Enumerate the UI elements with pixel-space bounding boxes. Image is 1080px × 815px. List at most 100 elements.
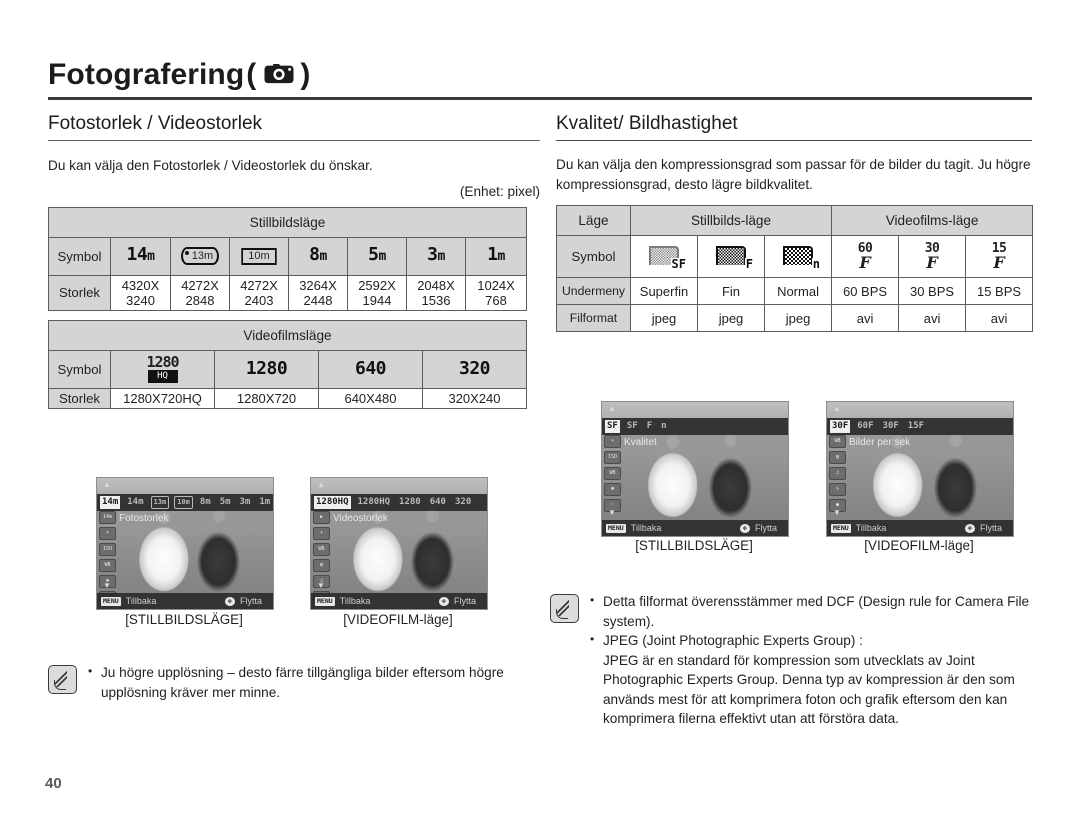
top-option[interactable]: 14m (125, 496, 145, 509)
hq-badge: HQ (147, 369, 178, 383)
video-size-table: Videofilmsläge Symbol 1280 HQ 1280 640 3… (48, 319, 527, 409)
size-h: 2448 (303, 292, 333, 308)
dpad-key[interactable]: ✥ (224, 596, 235, 606)
top-option[interactable]: 640 (428, 496, 448, 509)
video-size-icon[interactable]: ▶ (313, 511, 330, 524)
top-option[interactable]: 10m (174, 496, 193, 509)
film-icon: F (926, 252, 938, 272)
size-w: 3264X (299, 277, 337, 293)
size-cell: 4272X 2403 (229, 274, 289, 311)
table-row-symbol: Symbol 14m 13m 10m 8m 5m 3m 1m (48, 236, 528, 276)
wb-icon[interactable]: WB (99, 559, 116, 572)
note-pencil-icon (550, 594, 579, 623)
ev-icon[interactable]: ☀ (99, 527, 116, 540)
top-option[interactable]: n (659, 420, 668, 433)
top-option[interactable]: SF (625, 420, 640, 433)
top-option[interactable]: 60F (855, 420, 875, 433)
move-label: Flytta (239, 596, 262, 606)
camera-screen-kvalitet: ▲ SF SF F n Kvalitet ☀ ISO WB ☻ ♡ ▼ MENU… (601, 401, 789, 537)
quality-tag: F (744, 256, 753, 271)
top-option[interactable]: 30F (881, 420, 901, 433)
table-row-size: Storlek 4320X 3240 4272X 2848 4272X 2403… (48, 274, 528, 311)
symbol-cell-3m: 3m (406, 236, 466, 276)
dpad-key[interactable]: ✥ (739, 523, 750, 533)
symbol-cell-640: 640 (318, 349, 423, 389)
size-w: 4272X (240, 277, 278, 293)
ev-icon[interactable]: ☀ (604, 435, 621, 448)
menu-key[interactable]: MENU (606, 523, 626, 533)
screen-top-options: 14m 14m 13m 10m 8m 5m 3m 1m (97, 494, 273, 511)
scroll-down-icon: ▼ (608, 508, 616, 517)
screen-side-icons: WB ▤ ♫ ✎ ● (829, 435, 846, 512)
camera-screen-videostorlek: ▲ 1280HQ 1280HQ 1280 640 320 Videostorle… (310, 477, 488, 610)
dpad-key[interactable]: ✥ (964, 523, 975, 533)
ev-icon[interactable]: ☀ (313, 527, 330, 540)
screen-bottom-bar: MENU Tillbaka ✥ Flytta (311, 593, 487, 609)
move-label: Flytta (453, 596, 476, 606)
voice-icon[interactable]: ♫ (829, 467, 846, 480)
wb-icon[interactable]: WB (313, 543, 330, 556)
paren-close: ) (300, 58, 311, 91)
unit-note: (Enhet: pixel) (459, 183, 540, 199)
top-option[interactable]: 5m (218, 496, 233, 509)
effect-icon[interactable]: ✎ (829, 483, 846, 496)
size-h: 1944 (362, 292, 392, 308)
top-option-selected[interactable]: 14m (100, 496, 121, 509)
scroll-down-icon: ▼ (103, 581, 111, 590)
table-row-size: Storlek 1280X720HQ 1280X720 640X480 320X… (48, 387, 527, 409)
note-right-body: Detta filformat överensstämmer med DCF (… (589, 591, 1036, 729)
menu-key[interactable]: MENU (315, 596, 335, 606)
dpad-key[interactable]: ✥ (438, 596, 449, 606)
focus-icon[interactable]: ▤ (313, 559, 330, 572)
section-title-fotostorlek: Fotostorlek / Videostorlek (48, 113, 263, 134)
size-h: 2848 (185, 292, 215, 308)
iso-icon[interactable]: ISO (604, 451, 621, 464)
symbol-cell-15fps: 15 F (965, 235, 1034, 278)
symbol-cell-60fps: 60 F (831, 235, 900, 278)
top-option-selected[interactable]: SF (605, 420, 620, 433)
size-cell: 1280X720HQ (110, 387, 215, 409)
top-option[interactable]: 1m (257, 496, 272, 509)
scroll-up-icon: ▲ (103, 480, 111, 489)
size-h: 2403 (244, 292, 274, 308)
top-option[interactable]: 13m (150, 496, 170, 509)
submenu-cell: Fin (697, 277, 765, 305)
menu-key[interactable]: MENU (101, 596, 121, 606)
row-label-lage: Läge (556, 205, 631, 236)
symbol-cell-1280: 1280 (214, 349, 319, 389)
caption-videofilm-left: [VIDEOFILM-läge] (343, 612, 453, 627)
submenu-cell: 30 BPS (898, 277, 967, 305)
top-option[interactable]: 8m (198, 496, 213, 509)
table-row-mode: Läge Stillbilds-läge Videofilms-läge (556, 205, 1034, 236)
row-label-storlek: Storlek (48, 387, 111, 409)
top-option[interactable]: 15F (906, 420, 926, 433)
top-option[interactable]: 3m (238, 496, 253, 509)
top-option[interactable]: 320 (453, 496, 473, 509)
left-column: Fotostorlek / Videostorlek Du kan välja … (47, 112, 540, 409)
focus-icon[interactable]: ▤ (829, 451, 846, 464)
wb-icon[interactable]: WB (604, 467, 621, 480)
size-cell: 4320X 3240 (110, 274, 171, 311)
symbol-cell-10m-pano: 10m (229, 236, 289, 276)
menu-key[interactable]: MENU (831, 523, 851, 533)
wb-icon[interactable]: WB (829, 435, 846, 448)
symbol-cell-1m: 1m (464, 236, 528, 276)
group-header-videofilms: Videofilms-läge (831, 205, 1034, 236)
scroll-up-icon: ▲ (833, 404, 841, 413)
screen-side-icons: 14m ☀ ISO WB ☻ ♡ (99, 511, 116, 604)
top-option-selected[interactable]: 1280HQ (314, 496, 351, 509)
top-option[interactable]: 1280 (397, 496, 423, 509)
face-detect-icon[interactable]: ☻ (604, 483, 621, 496)
page-title: Fotografering ( ) (48, 58, 1032, 92)
size-w: 2048X (417, 277, 455, 293)
resolution-icon[interactable]: 14m (99, 511, 116, 524)
note-continuation: JPEG är en standard för kompression som … (603, 652, 1015, 727)
top-option-selected[interactable]: 30F (830, 420, 851, 433)
iso-icon[interactable]: ISO (99, 543, 116, 556)
top-option[interactable]: 1280HQ (356, 496, 393, 509)
screen-top-options: 1280HQ 1280HQ 1280 640 320 (311, 494, 487, 511)
size-h: 1536 (421, 292, 451, 308)
size-w: 2592X (358, 277, 396, 293)
screen-top-options: 30F 60F 30F 15F (827, 418, 1013, 435)
top-option[interactable]: F (645, 420, 654, 433)
